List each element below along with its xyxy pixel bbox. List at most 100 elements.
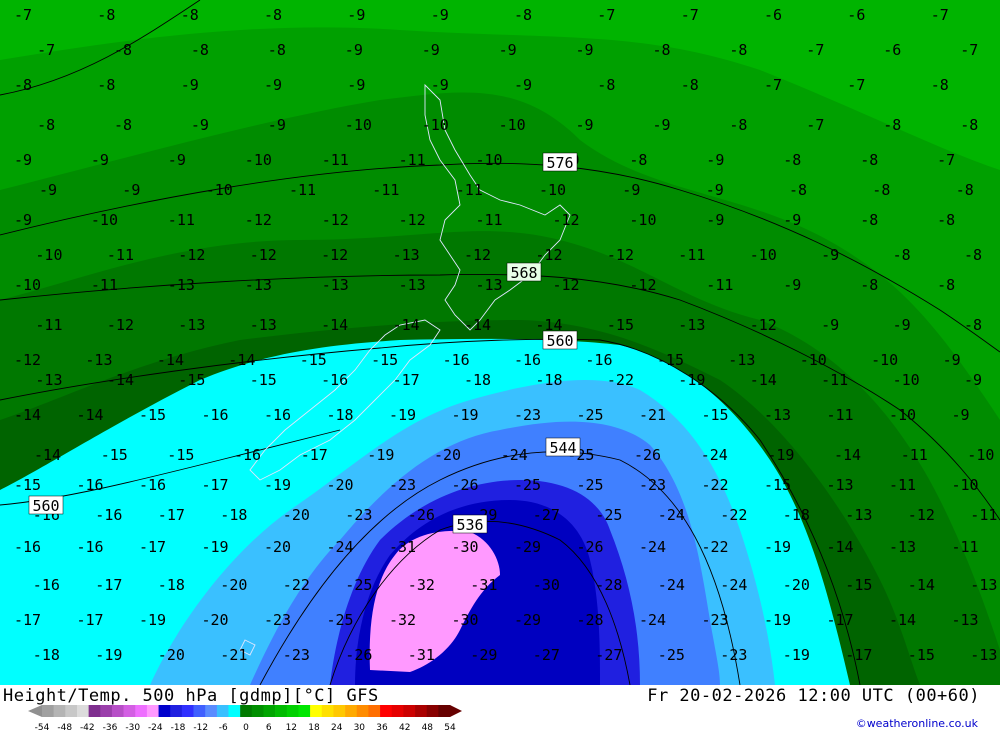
temperature-label: -25 <box>595 506 622 524</box>
temperature-label: -8 <box>681 76 699 94</box>
temperature-label: -8 <box>264 6 282 24</box>
temperature-label: -11 <box>35 316 62 334</box>
legend-swatch <box>333 705 346 717</box>
temperature-label: -8 <box>783 151 801 169</box>
temperature-label: -7 <box>806 116 824 134</box>
legend-tick-label: -36 <box>103 723 118 733</box>
temperature-label: -13 <box>970 576 997 594</box>
temperature-label: -8 <box>629 151 647 169</box>
temperature-label: -24 <box>639 611 666 629</box>
legend-tick-label: 48 <box>422 723 434 733</box>
temperature-label: -7 <box>14 6 32 24</box>
temperature-label: -8 <box>114 116 132 134</box>
temperature-label: -14 <box>834 446 861 464</box>
legend-swatch <box>298 705 311 717</box>
temperature-label: -24 <box>701 446 728 464</box>
temperature-label: -19 <box>367 446 394 464</box>
temperature-label: -9 <box>431 76 449 94</box>
legend-swatch <box>216 705 229 717</box>
temperature-label: -9 <box>14 211 32 229</box>
temperature-label: -16 <box>14 538 41 556</box>
temperature-label: -9 <box>264 76 282 94</box>
temperature-label: -13 <box>845 506 872 524</box>
temperature-label: -17 <box>77 611 104 629</box>
temperature-label: -14 <box>908 576 935 594</box>
temperature-label: -15 <box>300 351 327 369</box>
temperature-label: -22 <box>607 371 634 389</box>
legend-swatch <box>123 705 136 717</box>
temperature-label: -7 <box>931 6 949 24</box>
legend-swatch <box>88 705 101 717</box>
temperature-label: -20 <box>220 576 247 594</box>
temperature-label: -12 <box>607 246 634 264</box>
temperature-label: -27 <box>595 646 622 664</box>
legend-tick-label: -18 <box>171 723 186 733</box>
temperature-label: -15 <box>178 371 205 389</box>
legend-tick-label: -24 <box>148 723 163 733</box>
temperature-label: -16 <box>234 446 261 464</box>
temperature-label: -19 <box>139 611 166 629</box>
temperature-label: -20 <box>327 476 354 494</box>
temperature-label: -8 <box>191 41 209 59</box>
temperature-label: -26 <box>634 446 661 464</box>
temperature-label: -19 <box>767 446 794 464</box>
temperature-label: -9 <box>783 276 801 294</box>
temperature-label: -29 <box>514 611 541 629</box>
temperature-label: -14 <box>750 371 777 389</box>
temperature-label: -8 <box>181 6 199 24</box>
legend-swatch <box>100 705 113 717</box>
temperature-label: -8 <box>860 276 878 294</box>
temperature-label: -15 <box>250 371 277 389</box>
temperature-label: -14 <box>228 351 255 369</box>
temperature-label: -14 <box>34 446 61 464</box>
temperature-label: -24 <box>658 576 685 594</box>
legend-swatch <box>205 705 218 717</box>
legend-swatch <box>42 705 54 717</box>
legend-swatch <box>345 705 358 717</box>
temperature-label: -23 <box>283 646 310 664</box>
legend-swatch <box>403 705 416 717</box>
temperature-label: -11 <box>889 476 916 494</box>
temperature-label: -22 <box>702 476 729 494</box>
temperature-label: -13 <box>399 276 426 294</box>
temperature-label: -11 <box>970 506 997 524</box>
temperature-label: -7 <box>960 41 978 59</box>
legend-tick-label: 18 <box>308 723 320 733</box>
temperature-label: -11 <box>372 181 399 199</box>
temperature-label: -9 <box>431 6 449 24</box>
temperature-label: -25 <box>514 476 541 494</box>
temperature-label: -9 <box>181 76 199 94</box>
credit-link[interactable]: ©weatheronline.co.uk <box>856 717 978 730</box>
temperature-label: -9 <box>943 351 961 369</box>
legend-swatch <box>356 705 369 717</box>
temperature-label: -16 <box>514 351 541 369</box>
valid-time: Fr 20-02-2026 12:00 UTC (00+60) <box>647 686 980 706</box>
temperature-label: -25 <box>577 476 604 494</box>
temperature-label: -6 <box>764 6 782 24</box>
temperature-label: -11 <box>952 538 979 556</box>
temperature-label: -9 <box>345 41 363 59</box>
temperature-label: -14 <box>107 371 134 389</box>
temperature-label: -26 <box>408 506 435 524</box>
temperature-label: -17 <box>301 446 328 464</box>
temperature-label: -8 <box>883 116 901 134</box>
height-label: 536 <box>456 516 483 534</box>
legend-swatch <box>368 705 381 717</box>
legend-swatch <box>135 705 148 717</box>
temperature-label: -16 <box>443 351 470 369</box>
legend-tick-label: -30 <box>125 723 140 733</box>
legend-tick-label: 12 <box>286 723 297 733</box>
temperature-label: -10 <box>871 351 898 369</box>
temperature-label: -20 <box>264 538 291 556</box>
temperature-label: -15 <box>657 351 684 369</box>
temperature-label: -9 <box>576 41 594 59</box>
temperature-label: -10 <box>14 276 41 294</box>
temperature-label: -13 <box>678 316 705 334</box>
temperature-label: -9 <box>14 151 32 169</box>
temperature-label: -18 <box>783 506 810 524</box>
legend-swatch <box>251 705 264 717</box>
temperature-label: -20 <box>783 576 810 594</box>
temperature-label: -14 <box>321 316 348 334</box>
temperature-label: -12 <box>535 246 562 264</box>
temperature-label: -19 <box>264 476 291 494</box>
